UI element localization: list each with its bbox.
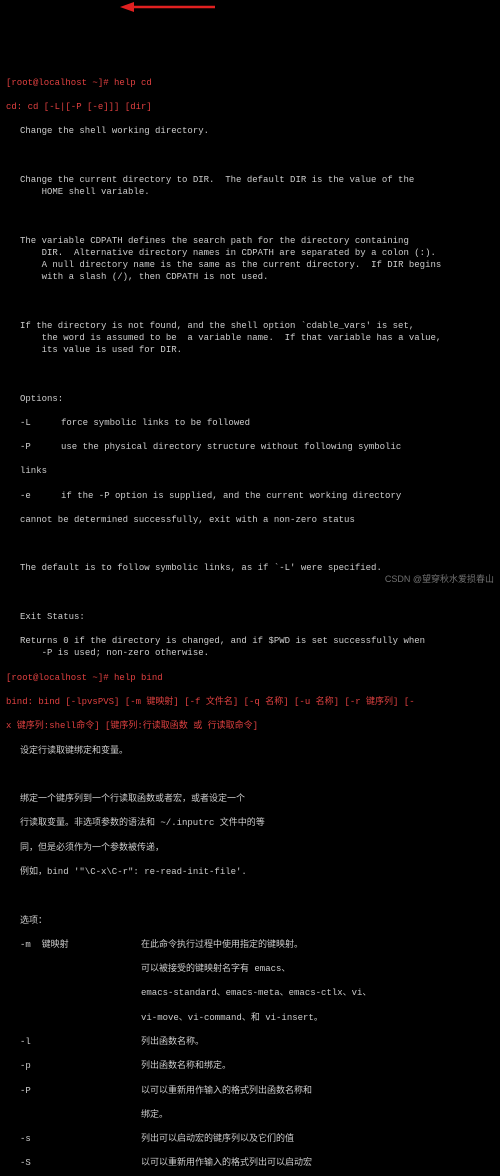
bind-para2: 行读取变量。非选项参数的语法和 ~/.inputrc 文件中的等 — [6, 817, 494, 829]
exit-header: Exit Status: — [6, 611, 494, 623]
opt-m-v1: 在此命令执行过程中使用指定的键映射。 — [141, 939, 494, 951]
cd-cdpath: The variable CDPATH defines the search p… — [6, 235, 494, 284]
opt-p-val: 列出函数名称和绑定。 — [141, 1060, 494, 1072]
opt-m-v4: vi-move、vi-command、和 vi-insert。 — [141, 1012, 494, 1024]
opt-s-val: 列出可以启动宏的键序列以及它们的值 — [141, 1133, 494, 1145]
opt-Su-val: 以可以重新用作输入的格式列出可以启动宏 — [141, 1157, 494, 1169]
bind-para4: 例如，bind '"\C-x\C-r": re-read-init-file'. — [6, 866, 494, 878]
opt-e-val2: cannot be determined successfully, exit … — [6, 514, 494, 526]
bind-para3: 同，但是必须作为一个参数被传递， — [6, 842, 494, 854]
opt-P-key: -P — [6, 441, 61, 453]
exit-body: Returns 0 if the directory is changed, a… — [6, 635, 494, 659]
prompt-line-2[interactable]: [root@localhost ~]# help bind — [6, 672, 494, 684]
cd-usage: cd: cd [-L|[-P [-e]]] [dir] — [6, 101, 494, 113]
opt-l-val: 列出函数名称。 — [141, 1036, 494, 1048]
opt-m-v3: emacs-standard、emacs-meta、emacs-ctlx、vi、 — [141, 987, 494, 999]
bind-usage: bind: bind [-lpvsPVS] [-m 键映射] [-f 文件名] … — [6, 696, 494, 708]
opt-L-key: -L — [6, 417, 61, 429]
cd-options-header: Options: — [6, 393, 494, 405]
watermark: CSDN @望穿秋水爱损春山 — [385, 573, 494, 585]
opt-l-key: -l — [6, 1036, 141, 1048]
opt-Pu-val: 以可以重新用作输入的格式列出函数名称和 — [141, 1085, 494, 1097]
opt-Pu-key: -P — [6, 1085, 141, 1097]
options2-header: 选项： — [6, 915, 494, 927]
opt-e-val: if the -P option is supplied, and the cu… — [61, 490, 494, 502]
cd-long-desc: Change the current directory to DIR. The… — [6, 174, 494, 198]
opt-p-key: -p — [6, 1060, 141, 1072]
cd-short-desc: Change the shell working directory. — [6, 125, 494, 137]
opt-m-v2: 可以被接受的键映射名字有 emacs、 — [141, 963, 494, 975]
opt-e-key: -e — [6, 490, 61, 502]
bind-usage2: x 键序列:shell命令] [键序列:行读取函数 或 行读取命令] — [6, 721, 258, 731]
opt-Su-key: -S — [6, 1157, 141, 1169]
bind-para1: 绑定一个键序列到一个行读取函数或者宏，或者设定一个 — [6, 793, 494, 805]
bind-desc: 设定行读取键绑定和变量。 — [6, 745, 494, 757]
opt-P-val: use the physical directory structure wit… — [61, 441, 494, 453]
opt-Pu-val2: 绑定。 — [141, 1109, 494, 1121]
opt-links: links — [6, 465, 494, 477]
cd-cdable: If the directory is not found, and the s… — [6, 320, 494, 356]
opt-m-key: -m 键映射 — [6, 939, 141, 951]
prompt-line-1[interactable]: [root@localhost ~]# help cd — [6, 77, 494, 89]
opt-L-val: force symbolic links to be followed — [61, 417, 494, 429]
opt-s-key: -s — [6, 1133, 141, 1145]
annotation-arrow — [120, 0, 215, 14]
